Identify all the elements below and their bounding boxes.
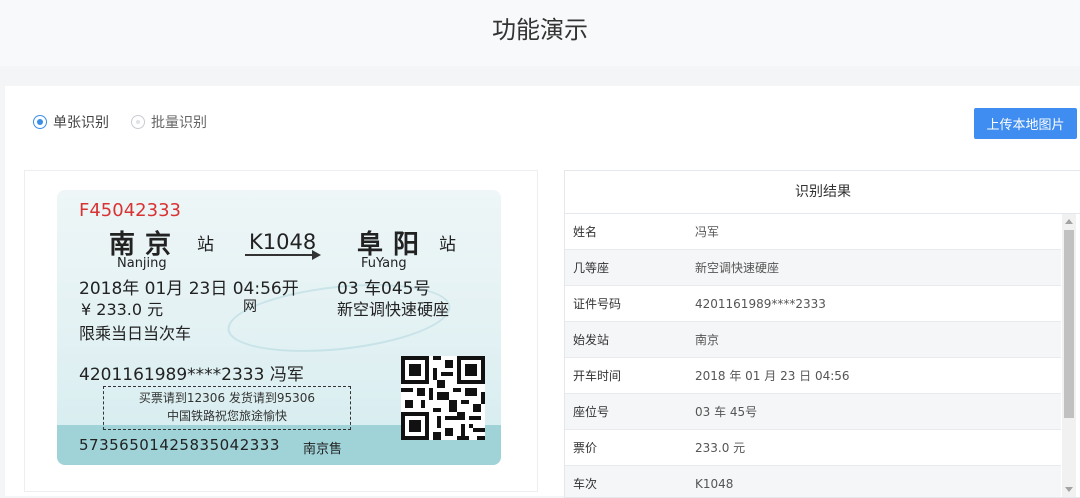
row-key: 座位号 — [573, 405, 610, 419]
table-row: 证件号码 4201161989****2333 — [565, 286, 1061, 322]
row-value: K1048 — [695, 476, 734, 491]
row-value: 233.0 元 — [695, 441, 746, 455]
qr-code-icon — [401, 356, 485, 440]
row-key: 证件号码 — [573, 297, 622, 311]
row-value: 2018 年 01 月 23 日 04:56 — [695, 369, 850, 383]
table-row: 几等座 新空调快速硬座 — [565, 250, 1061, 286]
row-key: 姓名 — [573, 225, 598, 239]
radio-selected-icon[interactable] — [33, 115, 47, 129]
ticket-limit-text: 限乘当日当次车 — [79, 324, 192, 343]
ticket-station-suffix: 站 — [197, 235, 214, 255]
row-value: 冯军 — [695, 225, 720, 239]
ticket-station-suffix: 站 — [439, 235, 456, 255]
page-title: 功能演示 — [492, 16, 588, 44]
row-key: 车次 — [573, 477, 598, 491]
row-key: 票价 — [573, 441, 598, 455]
ticket-seat-type: 新空调快速硬座 — [337, 300, 450, 319]
ticket-to-pinyin: FuYang — [361, 256, 407, 271]
ticket-serial: F45042333 — [79, 200, 181, 221]
result-table: 姓名 冯军 几等座 新空调快速硬座 证件号码 4201161989****2333 始… — [565, 214, 1061, 497]
row-value: 南京 — [695, 333, 720, 347]
row-value: 新空调快速硬座 — [695, 261, 780, 275]
image-preview-panel: F45042333 南京 站 K1048 阜阳 站 Nanjing FuYang… — [24, 170, 538, 492]
radio-single-label: 单张识别 — [53, 115, 109, 131]
scroll-down-icon[interactable] — [1065, 487, 1073, 492]
table-row: 票价 233.0 元 — [565, 430, 1061, 466]
table-row: 始发站 南京 — [565, 322, 1061, 358]
ticket-net-label: 网 — [243, 299, 257, 315]
mode-radio-group: 单张识别 批量识别 — [33, 112, 207, 132]
demo-card: 单张识别 批量识别 上传本地图片 F45042333 南京 站 K1048 阜阳… — [5, 86, 1080, 498]
ticket-from-pinyin: Nanjing — [117, 256, 167, 271]
radio-unselected-icon[interactable] — [131, 115, 145, 129]
result-panel: 识别结果 姓名 冯军 几等座 新空调快速硬座 证件号码 4201161989****2… — [564, 170, 1080, 498]
ticket-price: ¥ 233.0 元 — [81, 300, 164, 319]
table-row: 座位号 03 车 45号 — [565, 394, 1061, 430]
ticket-note-line: 买票请到12306 发货请到95306 — [138, 391, 316, 405]
row-key: 几等座 — [573, 261, 610, 275]
scroll-up-icon[interactable] — [1065, 219, 1073, 224]
ticket-code: 57356501425835042333 — [79, 436, 280, 454]
result-title: 识别结果 — [565, 171, 1080, 214]
ticket-train-number: K1048 — [249, 230, 317, 254]
page-header: 功能演示 — [0, 0, 1080, 66]
ticket-id-name: 4201161989****2333 冯军 — [79, 365, 304, 385]
row-value: 03 车 45号 — [695, 405, 758, 419]
ticket-sold-at: 南京售 — [303, 442, 343, 457]
arrow-right-icon — [245, 250, 321, 260]
radio-batch[interactable]: 批量识别 — [131, 112, 207, 132]
ticket-note-line: 中国铁路祝您旅途愉快 — [166, 409, 287, 423]
upload-local-image-button[interactable]: 上传本地图片 — [974, 108, 1077, 139]
table-row: 开车时间 2018 年 01 月 23 日 04:56 — [565, 358, 1061, 394]
result-scrollbar[interactable] — [1062, 214, 1076, 497]
radio-single[interactable]: 单张识别 — [33, 112, 109, 132]
row-key: 始发站 — [573, 333, 610, 347]
row-key: 开车时间 — [573, 369, 622, 383]
scrollbar-thumb[interactable] — [1064, 230, 1074, 418]
radio-batch-label: 批量识别 — [151, 115, 207, 131]
table-row: 车次 K1048 — [565, 466, 1061, 497]
train-ticket-image: F45042333 南京 站 K1048 阜阳 站 Nanjing FuYang… — [57, 190, 501, 465]
table-row: 姓名 冯军 — [565, 214, 1061, 250]
ticket-note-box: 买票请到12306 发货请到95306 中国铁路祝您旅途愉快 — [103, 386, 351, 430]
row-value: 4201161989****2333 — [695, 296, 826, 311]
